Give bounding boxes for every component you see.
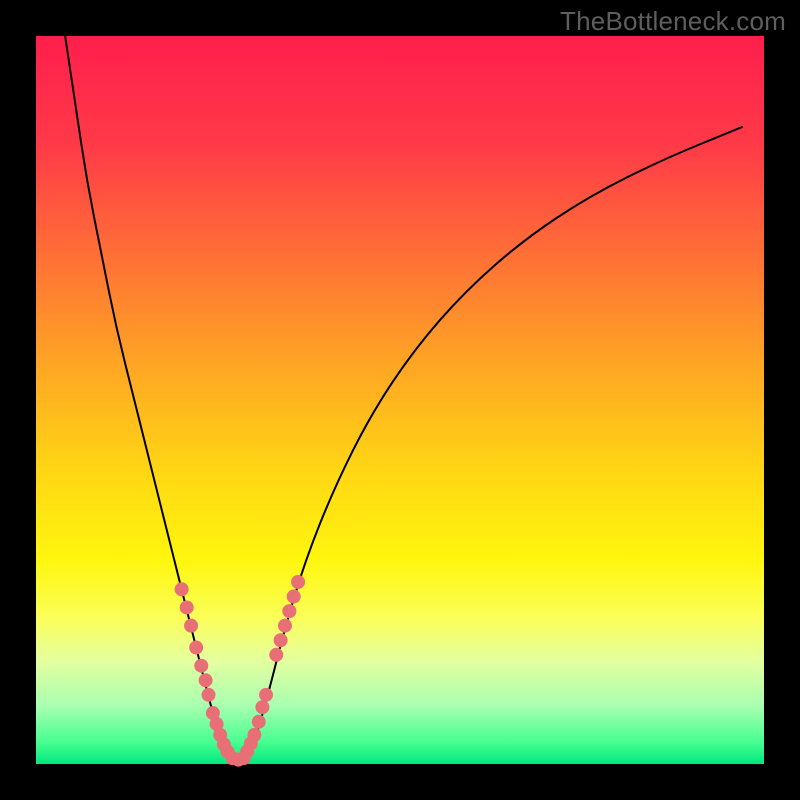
watermark: TheBottleneck.com bbox=[560, 6, 786, 37]
data-point bbox=[175, 582, 189, 596]
data-point bbox=[199, 673, 213, 687]
data-point bbox=[194, 659, 208, 673]
data-point bbox=[184, 619, 198, 633]
chart-svg bbox=[0, 0, 800, 800]
data-point bbox=[202, 688, 216, 702]
data-point bbox=[278, 619, 292, 633]
data-point bbox=[189, 641, 203, 655]
data-point bbox=[287, 590, 301, 604]
data-point bbox=[252, 715, 266, 729]
plot-background bbox=[36, 36, 764, 764]
data-point bbox=[259, 688, 273, 702]
data-point bbox=[255, 700, 269, 714]
chart-container: TheBottleneck.com bbox=[0, 0, 800, 800]
data-point bbox=[269, 648, 283, 662]
data-point bbox=[274, 633, 288, 647]
data-point bbox=[247, 728, 261, 742]
data-point bbox=[282, 604, 296, 618]
data-point bbox=[180, 600, 194, 614]
data-point bbox=[291, 575, 305, 589]
